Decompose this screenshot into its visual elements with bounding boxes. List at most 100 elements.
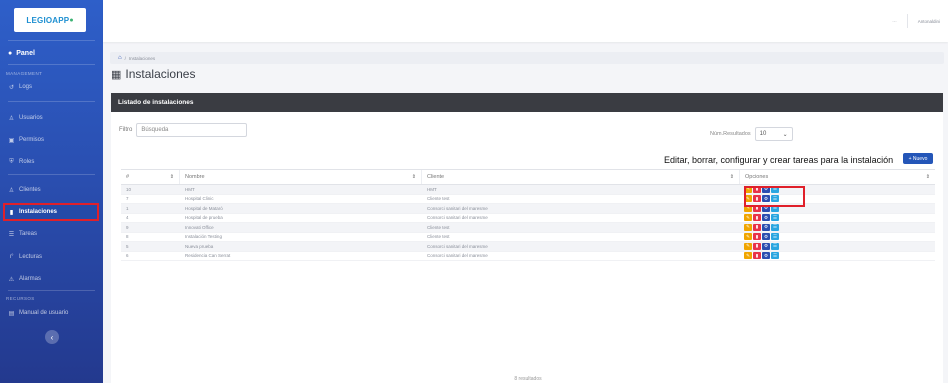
cell-opciones: ✎ ▮ ⚙ ☰ — [740, 252, 935, 260]
cell-id: 1 — [126, 205, 129, 211]
building-icon: ▮ — [9, 209, 14, 216]
results-select-value: 10 — [759, 131, 767, 137]
results-total: 8 resultados — [514, 376, 542, 382]
warning-icon: ⚠ — [8, 276, 15, 283]
cell-nombre: Innovati Office — [185, 224, 214, 230]
delete-button[interactable]: ▮ — [753, 252, 761, 260]
delete-button[interactable]: ▮ — [753, 223, 761, 231]
edit-button[interactable]: ✎ — [744, 214, 752, 222]
results-select[interactable]: 10 ⌄ — [754, 127, 793, 141]
table-header: # ⇕ Nombre ⇕ Cliente ⇕ Opciones ⇕ — [121, 169, 935, 185]
configure-button[interactable]: ⚙ — [762, 252, 770, 260]
sidebar-item-label: Roles — [19, 159, 35, 165]
sidebar-item-lecturas[interactable]: ı° Lecturas — [5, 250, 97, 264]
sidebar-item-label: Alarmas — [19, 276, 42, 282]
list-icon: ☰ — [8, 231, 15, 238]
user-menu[interactable]: Antonaldini — [918, 19, 940, 24]
column-header-opciones[interactable]: Opciones ⇕ — [740, 170, 935, 184]
cell-nombre: HMT — [185, 186, 195, 192]
sidebar-divider — [8, 290, 95, 291]
sidebar-item-label: Lecturas — [19, 254, 43, 260]
history-icon: ↺ — [8, 84, 15, 91]
edit-button[interactable]: ✎ — [744, 252, 752, 260]
logo[interactable]: LEGIOAPP ● — [14, 8, 86, 32]
tasks-button[interactable]: ☰ — [771, 214, 779, 222]
cell-id: 9 — [126, 224, 129, 230]
tasks-button[interactable]: ☰ — [771, 233, 779, 241]
drop-icon: ● — [69, 16, 74, 24]
options-highlight-box — [744, 186, 805, 207]
configure-button[interactable]: ⚙ — [762, 223, 770, 231]
column-header-id[interactable]: # ⇕ — [121, 170, 180, 184]
cell-nombre: Hospital Clinic — [185, 196, 214, 202]
breadcrumb-separator: / — [124, 55, 126, 61]
sidebar-item-label: Clientes — [19, 187, 41, 193]
cell-nombre: Nueva prueba — [185, 243, 214, 249]
notifications-button[interactable]: ··· — [892, 19, 897, 24]
cell-opciones: ✎ ▮ ⚙ ☰ — [740, 223, 935, 231]
cell-cliente: HMT — [427, 186, 437, 192]
sidebar-item-instalaciones[interactable]: ▮ Instalaciones — [3, 203, 99, 221]
sidebar-divider — [8, 40, 95, 41]
new-installation-button[interactable]: + Nuevo — [903, 153, 933, 164]
sidebar-divider — [8, 174, 95, 175]
column-header-cliente[interactable]: Cliente ⇕ — [422, 170, 740, 184]
table-row: 10 HMT HMT ✎ ▮ ⚙ ☰ — [121, 185, 935, 195]
results-label: Núm.Resultados — [710, 131, 751, 137]
search-input[interactable]: Búsqueda — [136, 123, 248, 137]
configure-button[interactable]: ⚙ — [762, 214, 770, 222]
delete-button[interactable]: ▮ — [753, 242, 761, 250]
tasks-button[interactable]: ☰ — [771, 223, 779, 231]
user-icon: ♙ — [8, 115, 15, 122]
edit-button[interactable]: ✎ — [744, 233, 752, 241]
sidebar-item-panel[interactable]: ● Panel — [8, 50, 35, 57]
cell-cliente: Cliente test — [427, 196, 450, 202]
edit-button[interactable]: ✎ — [744, 242, 752, 250]
sidebar-item-label: Permisos — [19, 137, 45, 143]
delete-button[interactable]: ▮ — [753, 214, 761, 222]
book-icon: ▤ — [8, 310, 15, 317]
info-icon: ● — [8, 50, 13, 57]
installations-card: Listado de instalaciones Filtro Búsqueda… — [111, 93, 943, 383]
cell-id: 4 — [126, 215, 129, 221]
delete-button[interactable]: ▮ — [753, 233, 761, 241]
cell-nombre: Instalación Testing — [185, 234, 222, 240]
sidebar-item-usuarios[interactable]: ♙ Usuarios — [5, 111, 97, 125]
cell-nombre: Hospital de prueba — [185, 215, 223, 221]
sidebar-item-permisos[interactable]: ▣ Permisos — [5, 133, 97, 147]
configure-button[interactable]: ⚙ — [762, 242, 770, 250]
sidebar-item-manual[interactable]: ▤ Manual de usuario — [5, 306, 97, 320]
thermometer-icon: ı° — [9, 254, 14, 260]
sidebar-item-roles[interactable]: ⛨ Roles — [5, 155, 97, 169]
sidebar-item-alarmas[interactable]: ⚠ Alarmas — [5, 272, 97, 286]
sidebar-divider — [8, 101, 95, 102]
topbar-user-area: ··· Antonaldini — [892, 14, 940, 28]
configure-button[interactable]: ⚙ — [762, 233, 770, 241]
cell-cliente: Cliente test — [427, 224, 450, 230]
tasks-button[interactable]: ☰ — [771, 242, 779, 250]
cell-cliente: Consorci sanitari del maresme — [427, 243, 488, 249]
sidebar-toggle-button[interactable]: ‹ — [45, 330, 59, 344]
sidebar-item-tareas[interactable]: ☰ Tareas — [5, 227, 97, 241]
table-row: 6 Residencia Can Serrat Consorci sanitari … — [121, 252, 935, 261]
table-body: 10 HMT HMT ✎ ▮ ⚙ ☰ 7 Hospital Clinic Cliente test… — [121, 185, 935, 261]
column-header-nombre[interactable]: Nombre ⇕ — [180, 170, 422, 184]
edit-button[interactable]: ✎ — [744, 223, 752, 231]
sidebar-item-label: Panel — [16, 50, 35, 57]
table-row: 5 Nueva prueba Consorci sanitari del mares… — [121, 242, 935, 252]
tasks-button[interactable]: ☰ — [771, 252, 779, 260]
table-row: 7 Hospital Clinic Cliente test ✎ ▮ ⚙ ☰ — [121, 195, 935, 204]
sidebar-item-clientes[interactable]: ♙ Clientes — [5, 183, 97, 197]
cell-cliente: Consorci sanitari del maresme — [427, 253, 488, 259]
table-row: 8 Instalación Testing Cliente test ✎ ▮ ⚙ ☰ — [121, 233, 935, 242]
sort-icon: ⇕ — [729, 174, 734, 180]
cell-opciones: ✎ ▮ ⚙ ☰ — [740, 242, 935, 250]
table-row: 9 Innovati Office Cliente test ✎ ▮ ⚙ ☰ — [121, 223, 935, 233]
sidebar-item-logs[interactable]: ↺ Logs — [5, 80, 97, 94]
sort-icon: ⇕ — [411, 174, 416, 180]
lock-icon: ▣ — [8, 137, 15, 144]
sidebar-section-resources: RECURSOS — [6, 296, 35, 301]
chevron-down-icon: ⌄ — [782, 131, 788, 138]
home-icon[interactable]: ⌂ — [118, 55, 122, 61]
card-header: Listado de instalaciones — [111, 93, 943, 112]
